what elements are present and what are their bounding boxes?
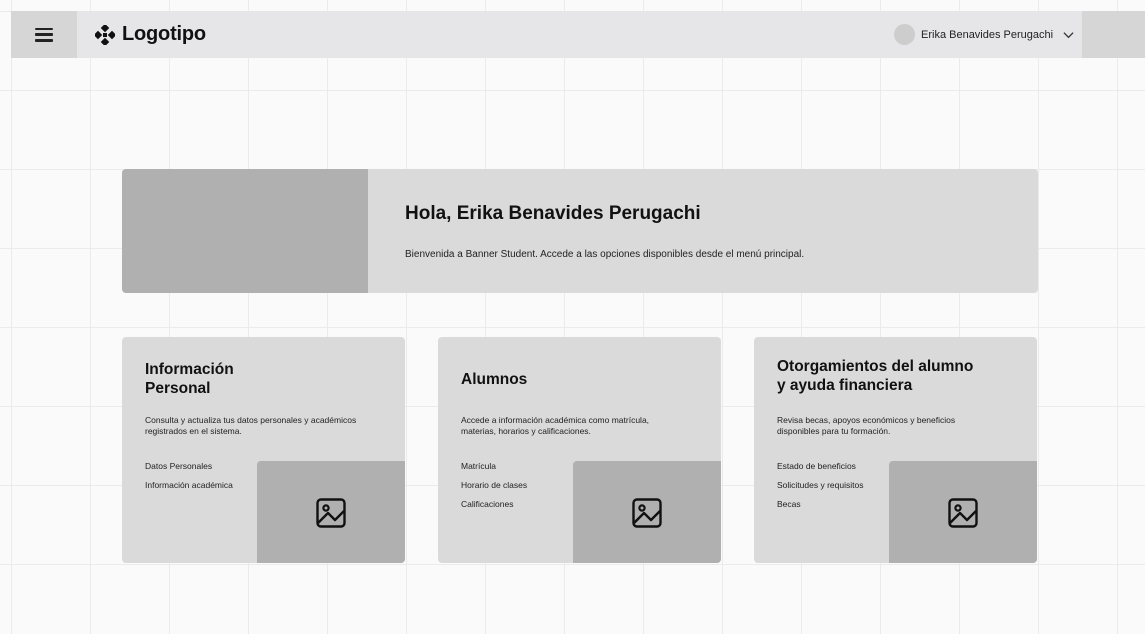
- card-image-placeholder: [257, 461, 405, 563]
- image-placeholder-icon: [948, 498, 978, 528]
- link-matricula[interactable]: Matrícula: [461, 461, 527, 472]
- welcome-banner: Hola, Erika Benavides Perugachi Bienveni…: [122, 169, 1038, 293]
- link-solicitudes-y-requisitos[interactable]: Solicitudes y requisitos: [777, 480, 863, 491]
- card-links: Matrícula Horario de clases Calificacion…: [461, 461, 527, 518]
- link-becas[interactable]: Becas: [777, 499, 863, 510]
- image-placeholder-icon: [632, 498, 662, 528]
- logo[interactable]: Logotipo: [95, 11, 206, 58]
- logo-mark-icon: [95, 24, 115, 45]
- link-informacion-academica[interactable]: Información académica: [145, 480, 233, 491]
- card-description: Consulta y actualiza tus datos personale…: [145, 415, 357, 436]
- card-title: Información Personal: [145, 360, 234, 398]
- card-title-line2: y ayuda financiera: [777, 377, 913, 394]
- card-image-placeholder: [889, 461, 1037, 563]
- card-links: Estado de beneficios Solicitudes y requi…: [777, 461, 863, 518]
- image-placeholder-icon: [316, 498, 346, 528]
- card-title: Otorgamientos del alumno y ayuda financi…: [777, 357, 973, 395]
- card-title-line2: Personal: [145, 380, 211, 397]
- card-financial-aid: Otorgamientos del alumno y ayuda financi…: [754, 337, 1037, 563]
- user-menu[interactable]: Erika Benavides Perugachi: [894, 11, 1074, 58]
- card-title-line1: Información: [145, 361, 234, 378]
- card-title-line1: Alumnos: [461, 371, 528, 388]
- link-datos-personales[interactable]: Datos Personales: [145, 461, 233, 472]
- user-name: Erika Benavides Perugachi: [921, 28, 1054, 41]
- card-description: Revisa becas, apoyos económicos y benefi…: [777, 415, 956, 436]
- link-estado-de-beneficios[interactable]: Estado de beneficios: [777, 461, 863, 472]
- logo-text: Logotipo: [122, 23, 206, 45]
- menu-button[interactable]: [11, 11, 77, 58]
- card-description: Accede a información académica como matr…: [461, 415, 650, 436]
- hamburger-menu-icon: [35, 27, 53, 42]
- banner-image-placeholder: [122, 169, 368, 293]
- topbar-right-block: [1082, 11, 1145, 58]
- link-horario-de-clases[interactable]: Horario de clases: [461, 480, 527, 491]
- chevron-down-icon: [1063, 31, 1074, 38]
- avatar: [894, 24, 915, 45]
- card-links: Datos Personales Información académica: [145, 461, 233, 499]
- link-calificaciones[interactable]: Calificaciones: [461, 499, 527, 510]
- card-title: Alumnos: [461, 370, 527, 389]
- top-bar: Logotipo Erika Benavides Perugachi: [11, 11, 1145, 58]
- welcome-title: Hola, Erika Benavides Perugachi: [405, 203, 701, 224]
- card-title-line1: Otorgamientos del alumno: [777, 358, 974, 375]
- card-alumnos: Alumnos Accede a información académica c…: [438, 337, 721, 563]
- welcome-subtitle: Bienvenida a Banner Student. Accede a la…: [405, 249, 805, 260]
- card-personal-info: Información Personal Consulta y actualiz…: [122, 337, 405, 563]
- card-image-placeholder: [573, 461, 721, 563]
